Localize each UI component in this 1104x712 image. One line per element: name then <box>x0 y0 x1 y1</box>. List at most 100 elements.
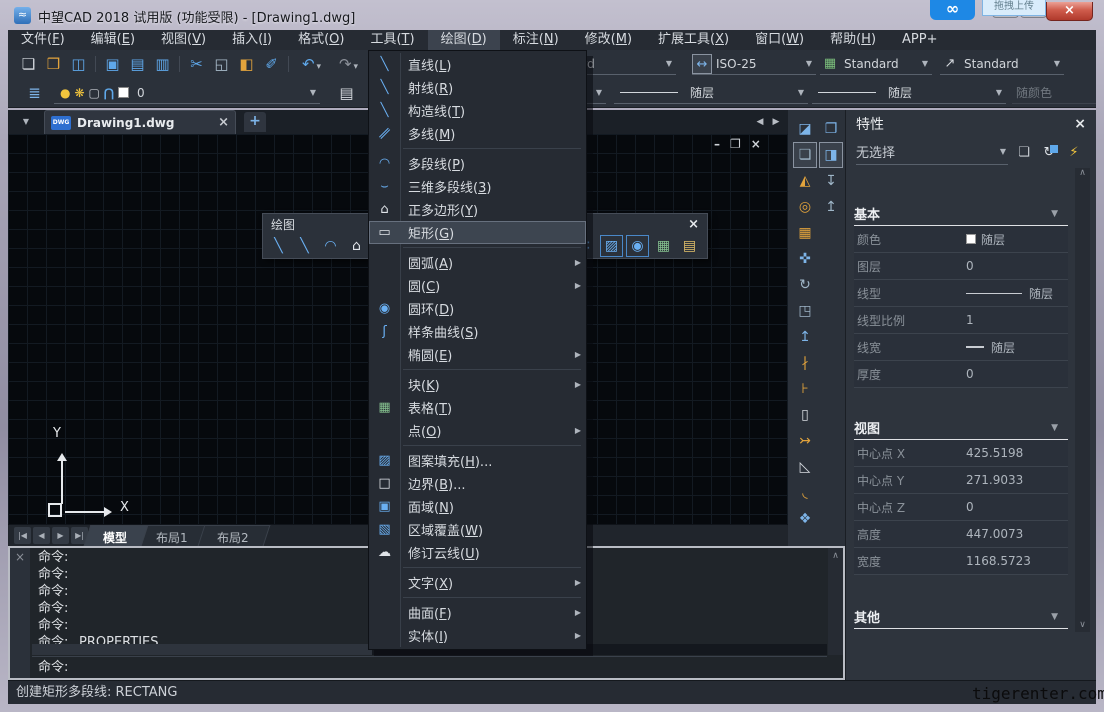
menu-item[interactable] <box>369 366 586 373</box>
doc-nav-right-icon[interactable]: ▶ <box>768 110 784 134</box>
hscroll-thumb[interactable] <box>32 644 372 655</box>
section-header-other[interactable]: 其他 ▼ <box>854 605 1068 629</box>
property-row[interactable]: 颜色 随层 <box>854 226 1068 253</box>
menu-bar-item[interactable]: 插入(I) <box>219 30 285 50</box>
toolbar-button[interactable]: ▤ <box>125 52 150 76</box>
cloud-upload-icon[interactable]: ∞ <box>930 0 975 20</box>
property-row[interactable]: 宽度 1168.5723 <box>854 548 1068 575</box>
modify-tool-button[interactable]: ✜ <box>793 246 817 272</box>
toolbar-button[interactable]: ↷ <box>330 52 367 76</box>
modify-tool-button[interactable]: ∤ <box>793 350 817 376</box>
modify-tool-button[interactable]: ↻ <box>793 272 817 298</box>
menu-bar-item[interactable]: 扩展工具(X) <box>645 30 742 50</box>
clipboard-tool-button[interactable]: ❐ <box>819 116 843 142</box>
property-row[interactable]: 中心点 Z 0 <box>854 494 1068 521</box>
menu-item[interactable]: 圆(C) ▶ <box>369 274 586 297</box>
toolbar-button[interactable]: ❏ <box>16 52 41 76</box>
close-button[interactable]: × <box>1046 2 1093 21</box>
menu-item[interactable]: ▭ 矩形(G) <box>369 221 586 244</box>
properties-close-icon[interactable]: × <box>1074 116 1086 132</box>
doc-minimize-icon[interactable]: – <box>714 137 720 151</box>
modify-tool-button[interactable]: ▯ <box>793 402 817 428</box>
layer-states-button[interactable]: ▤ <box>334 81 359 105</box>
draw-tool-button[interactable]: ▨ <box>600 235 623 257</box>
toolbar-button[interactable]: ✂ <box>184 52 209 76</box>
property-row[interactable]: 高度 447.0073 <box>854 521 1068 548</box>
layer-combo[interactable]: ● ❋ ▢ ⋂ 0 ▼ <box>54 82 320 104</box>
draw-tool-button[interactable]: ╲ <box>293 235 316 257</box>
layout-tab[interactable]: 模型 <box>83 525 149 546</box>
menu-bar-item[interactable]: 工具(T) <box>357 30 427 50</box>
modify-tool-button[interactable]: ◭ <box>793 168 817 194</box>
selection-combo[interactable]: 无选择 ▼ <box>856 140 1008 165</box>
doc-list-dropdown[interactable]: ▼ <box>16 112 36 132</box>
menu-item[interactable]: ▨ 图案填充(H)... <box>369 449 586 472</box>
new-document-button[interactable]: + <box>244 112 266 132</box>
toolbar-button[interactable]: ◫ <box>66 52 91 76</box>
menu-item[interactable]: ╲ 射线(R) <box>369 76 586 99</box>
command-input[interactable]: 命令: <box>32 656 827 678</box>
toolbar-button[interactable]: ▣ <box>100 52 125 76</box>
modify-tool-button[interactable]: ◎ <box>793 194 817 220</box>
property-row[interactable]: 中心点 X 425.5198 <box>854 440 1068 467</box>
draw-tool-button[interactable]: ╲ <box>267 235 290 257</box>
toolbar-button[interactable]: ↶ <box>293 52 330 76</box>
toolbar-button[interactable]: ✐ <box>259 52 284 76</box>
menu-item[interactable]: 块(K) ▶ <box>369 373 586 396</box>
menu-item[interactable] <box>369 244 586 251</box>
menu-item[interactable]: ▦ 表格(T) <box>369 396 586 419</box>
menu-item[interactable] <box>369 594 586 601</box>
menu-item[interactable]: ⌣ 三维多段线(3) <box>369 175 586 198</box>
menu-bar-item[interactable]: 编辑(E) <box>78 30 148 50</box>
dim-style-combo[interactable]: ↔ ISO-25 ▼ <box>692 53 816 75</box>
modify-tool-button[interactable]: ❏ <box>793 142 817 168</box>
menu-item[interactable]: ▣ 面域(N) <box>369 495 586 518</box>
lineweight-combo[interactable]: 随层 ▼ <box>812 82 1006 104</box>
tab-first-icon[interactable]: |◀ <box>14 527 31 544</box>
menu-item[interactable]: ⌂ 正多边形(Y) <box>369 198 586 221</box>
toolbar-button[interactable]: ◱ <box>209 52 234 76</box>
clipboard-tool-button[interactable]: ◨ <box>819 142 843 168</box>
clipboard-tool-button[interactable]: ↧ <box>819 168 843 194</box>
modify-tool-button[interactable]: ◟ <box>793 480 817 506</box>
menu-item[interactable]: 曲面(F) ▶ <box>369 601 586 624</box>
toggle-value-icon[interactable]: ↻ <box>1040 144 1058 160</box>
menu-bar-item[interactable]: 窗口(W) <box>742 30 817 50</box>
modify-tool-button[interactable]: ◺ <box>793 454 817 480</box>
menu-item[interactable] <box>369 442 586 449</box>
toolbar-button[interactable]: ❒ <box>41 52 66 76</box>
doc-close-icon[interactable]: × <box>218 115 229 130</box>
table-style-combo[interactable]: ▦ Standard ▼ <box>820 53 932 75</box>
modify-tool-button[interactable]: ▦ <box>793 220 817 246</box>
modify-tool-button[interactable]: ↣ <box>793 428 817 454</box>
property-row[interactable]: 线宽 随层 <box>854 334 1068 361</box>
draw-tool-button[interactable]: ◠ <box>319 235 342 257</box>
property-row[interactable]: 中心点 Y 271.9033 <box>854 467 1068 494</box>
layout-tab[interactable]: 布局2 <box>197 525 270 546</box>
toolbar-button[interactable] <box>91 52 100 76</box>
menu-bar-item[interactable]: 帮助(H) <box>817 30 889 50</box>
toolbar-button[interactable]: ◧ <box>234 52 259 76</box>
draw-tool-button[interactable]: ⌂ <box>345 235 368 257</box>
menu-item[interactable]: ☁ 修订云线(U) <box>369 541 586 564</box>
toolbar-close-icon[interactable]: × <box>688 217 699 232</box>
property-row[interactable]: 厚度 0 <box>854 361 1068 388</box>
menu-bar-item[interactable]: 绘图(D) <box>427 30 500 50</box>
menu-bar-item[interactable]: 文件(F) <box>8 30 78 50</box>
linetype-combo[interactable]: 随层 ▼ <box>614 82 808 104</box>
properties-scrollbar[interactable]: ∧ ∨ <box>1075 168 1090 632</box>
modify-tool-button[interactable]: ◪ <box>793 116 817 142</box>
modify-tool-button[interactable]: ❖ <box>793 506 817 532</box>
menu-item[interactable]: ◠ 多段线(P) <box>369 152 586 175</box>
menu-bar-item[interactable]: 格式(O) <box>285 30 357 50</box>
toolbar-button[interactable]: ▥ <box>150 52 175 76</box>
clipboard-tool-button[interactable]: ↥ <box>819 194 843 220</box>
menu-bar-item[interactable]: APP+ <box>889 30 950 50</box>
menu-item[interactable]: ◉ 圆环(D) <box>369 297 586 320</box>
menu-item[interactable] <box>369 145 586 152</box>
command-close-icon[interactable]: × <box>15 550 25 564</box>
mleader-style-combo[interactable]: ↗ Standard ▼ <box>940 53 1064 75</box>
section-header-basic[interactable]: 基本 ▼ <box>854 202 1068 226</box>
tab-prev-icon[interactable]: ◀ <box>33 527 50 544</box>
quick-select-icon[interactable]: ❏ <box>1015 145 1033 160</box>
